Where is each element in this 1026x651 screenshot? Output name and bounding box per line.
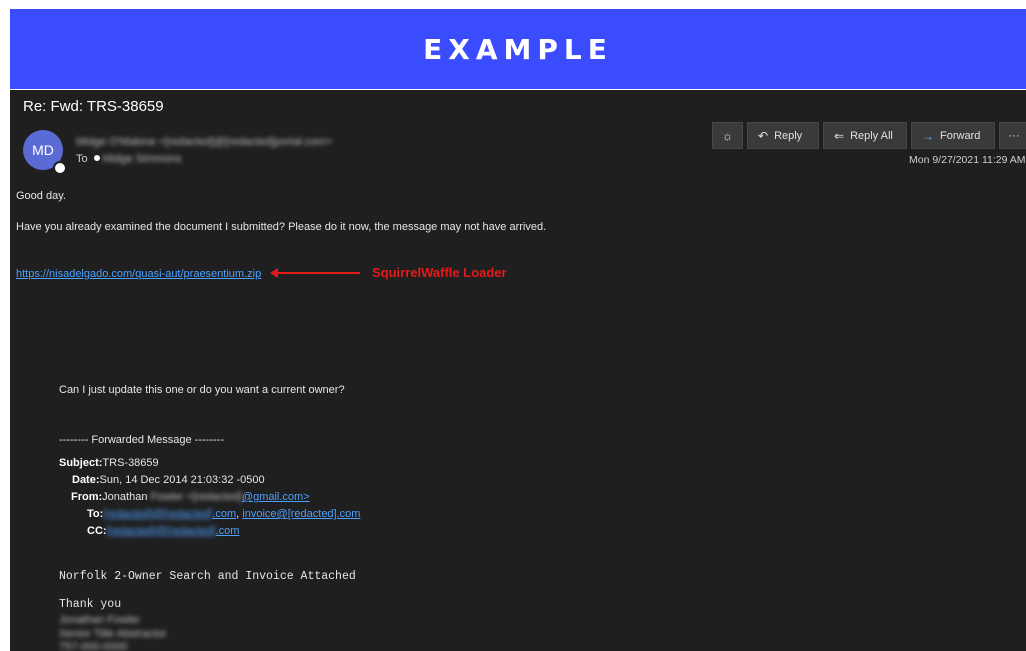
annotation-callout: SquirrelWaffle Loader: [270, 265, 507, 280]
forwarded-body-thanks: Thank you: [59, 598, 122, 611]
fwd-to-row: To:[redacted]@[redacted].com, invoice@[r…: [87, 508, 361, 520]
question-text: Can I just update this one or do you wan…: [59, 384, 345, 396]
message-toolbar: ☼ ↶ Reply ⇐ Reply All → Forward ···: [712, 122, 1026, 149]
arrow-icon: [270, 267, 360, 278]
email-reading-pane: Re: Fwd: TRS-38659 MD Midge O'Malone <[r…: [10, 90, 1026, 651]
presence-indicator: [53, 161, 67, 175]
greeting-text: Good day.: [16, 190, 66, 202]
fwd-from-email[interactable]: @gmail.com>: [242, 491, 310, 503]
fwd-from-blurred: Fowler <[redacted]: [150, 491, 242, 503]
reply-all-label: Reply All: [850, 129, 893, 142]
fwd-cc-row: CC:[redacted]@[redacted].com: [87, 525, 239, 537]
sender-name: Midge O'Malone: [76, 136, 156, 148]
malicious-link[interactable]: https://nisadelgado.com/quasi-aut/praese…: [16, 268, 261, 280]
to-label: To: [76, 153, 88, 165]
recipient-line[interactable]: To Midge Simmons: [76, 153, 181, 165]
sender-email: <[redacted]@[redacted]portal.com>: [158, 136, 333, 148]
recipient-status-icon: [93, 155, 100, 161]
reply-all-icon: ⇐: [834, 128, 845, 143]
fwd-cc-tail[interactable]: .com: [216, 525, 240, 537]
reply-icon: ↶: [758, 128, 769, 143]
received-date: Mon 9/27/2021 11:29 AM: [909, 154, 1026, 166]
fwd-from-row: From:Jonathan Fowler <[redacted]@gmail.c…: [71, 491, 310, 503]
body-paragraph: Have you already examined the document I…: [16, 221, 547, 233]
reply-all-button[interactable]: ⇐ Reply All: [823, 122, 907, 149]
forward-label: Forward: [940, 129, 981, 142]
brightness-button[interactable]: ☼: [712, 122, 743, 149]
signature-name: Jonathan Fowler: [59, 614, 141, 626]
reply-button[interactable]: ↶ Reply: [747, 122, 819, 149]
fwd-subject-row: Subject:TRS-38659: [59, 457, 159, 469]
avatar-initials: MD: [32, 142, 54, 158]
more-actions-button[interactable]: ···: [999, 122, 1026, 149]
forward-button[interactable]: → Forward: [911, 122, 995, 149]
fwd-date-row: Date:Sun, 14 Dec 2014 21:03:32 -0500: [72, 474, 265, 486]
reply-label: Reply: [774, 129, 803, 142]
fwd-to-label: To:: [87, 508, 104, 520]
forwarded-body-title: Norfolk 2-Owner Search and Invoice Attac…: [59, 570, 356, 583]
fwd-cc-blurred[interactable]: [redacted]@[redacted]: [107, 525, 216, 537]
annotation-label: SquirrelWaffle Loader: [372, 265, 507, 280]
signature-title: Senior Title Abstractor: [59, 628, 167, 640]
email-subject: Re: Fwd: TRS-38659: [23, 98, 164, 115]
fwd-subject-value: TRS-38659: [102, 457, 159, 469]
fwd-date-value: Sun, 14 Dec 2014 21:03:32 -0500: [99, 474, 265, 486]
forward-icon: →: [922, 128, 934, 143]
banner-title: EXAMPLE: [423, 32, 613, 66]
more-icon: ···: [1008, 129, 1020, 142]
sender-line[interactable]: Midge O'Malone <[redacted]@[redacted]por…: [76, 136, 332, 148]
sun-icon: ☼: [722, 128, 733, 143]
fwd-to-blurred[interactable]: [redacted]@[redacted]: [103, 508, 212, 520]
recipient-name: Midge Simmons: [102, 153, 182, 165]
fwd-to-second[interactable]: invoice@[redacted].com: [242, 508, 360, 520]
fwd-cc-label: CC:: [87, 525, 107, 537]
fwd-from-label: From:: [71, 491, 103, 503]
fwd-date-label: Date:: [72, 474, 100, 486]
signature-phone: 757-000-0000: [59, 641, 128, 651]
forwarded-header: -------- Forwarded Message --------: [59, 434, 224, 446]
fwd-to-tail[interactable]: .com: [212, 508, 236, 520]
fwd-from-value: Jonathan: [102, 491, 151, 503]
example-banner: EXAMPLE: [10, 9, 1026, 89]
fwd-subject-label: Subject:: [59, 457, 103, 469]
